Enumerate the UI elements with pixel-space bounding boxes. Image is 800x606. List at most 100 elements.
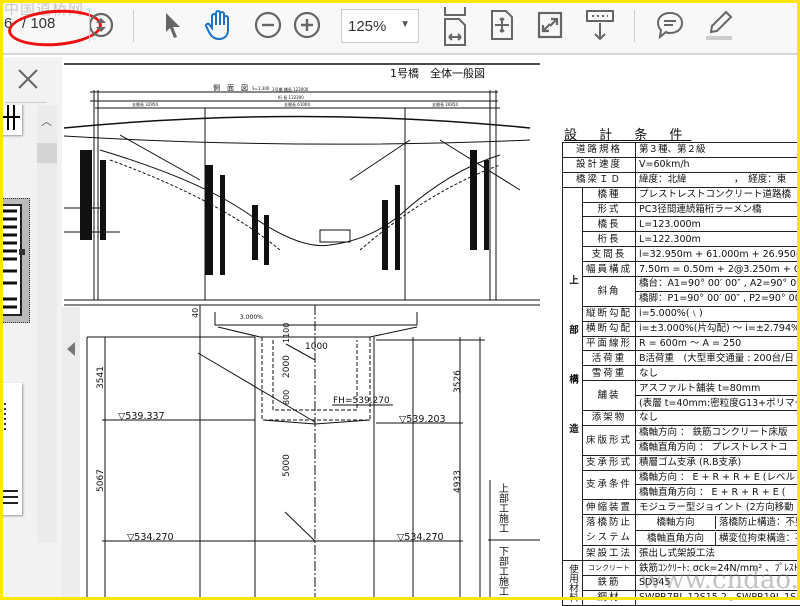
table-cell: 舗装: [583, 381, 636, 411]
dim-2000: 2000: [282, 355, 292, 378]
table-row: 橋梁ＩＤ緯度：北緯 ， 経度：東: [563, 172, 800, 187]
dim-3541: 3541: [96, 366, 106, 389]
table-row: 雪荷重なし: [563, 366, 800, 381]
table-cell: B活荷重 (大型車交通量 : 200台/日: [636, 351, 800, 366]
table-cell: 7.50m = 0.50m + 2@3.250m + 0.50m: [636, 262, 800, 277]
table-cell: 鋼材: [583, 590, 636, 605]
table-cell: V=60km/h: [636, 157, 800, 172]
level-right-bottom: ▽534.270: [397, 532, 444, 543]
design-conditions-table: 道路規格第３種、第２級 設計速度V=60km/h 橋梁ＩＤ緯度：北緯 ， 経度：…: [562, 142, 800, 606]
dim-4933: 4933: [453, 470, 463, 493]
watermark-url: www.cndao.com: [640, 565, 800, 595]
table-row: 横断勾配i=±3.000%(片勾配) ～ i=±2.794%: [563, 321, 800, 336]
table-row: 支間長l=32.950m + 61.000m + 26.950m: [563, 247, 800, 262]
spec-title: 設 計 条 件: [564, 124, 691, 143]
table-cell: i=5.000%(﹨): [636, 306, 800, 321]
table-cell: 落橋防止システム: [583, 515, 636, 546]
table-cell: 第３種、第２級: [636, 143, 800, 158]
table-row: 支承条件橋軸方向 ： E + R + R + E (レベル: [563, 470, 800, 485]
table-row: 伸縮装置モジュラー型ジョイント (2方向移動: [563, 500, 800, 515]
span-label: 支間長 61000: [284, 101, 310, 107]
table-cell: 支承条件: [583, 470, 636, 500]
table-cell: 伸縮装置: [583, 500, 636, 515]
table-cell: 縦断勾配: [583, 306, 636, 321]
table-cell: 橋脚：P1=90° 00′ 00″ , P2=90° 00′: [636, 291, 800, 306]
table-cell: 横断勾配: [583, 321, 636, 336]
stage-upper: 上部工施工: [497, 483, 509, 533]
group-upper-structure: 上部構造: [563, 187, 583, 560]
view-scale: S=1:300: [252, 86, 270, 91]
span-label: 支間長 26950: [432, 101, 458, 107]
table-cell: 活荷重: [583, 351, 636, 366]
table-cell: 橋軸方向 ： 鉄筋コンクリート床版: [636, 425, 800, 440]
dim-5067: 5067: [96, 469, 106, 492]
group-materials: 使用材料: [563, 561, 583, 606]
table-cell: PC3径間連続箱桁ラーメン橋: [636, 202, 800, 217]
table-row: 舗装アスファルト舗装 t=80mm: [563, 381, 800, 396]
table-cell: 橋長: [583, 217, 636, 232]
dim-1100: 1100: [282, 323, 291, 343]
table-row: 床版形式橋軸方向 ： 鉄筋コンクリート床版: [563, 425, 800, 440]
bridge-length-label: 1号橋 橋長 123000: [272, 86, 309, 92]
table-row: 上部構造橋種プレストレストコンクリート道路橋: [563, 187, 800, 202]
table-cell: 橋台：A1=90° 00′ 00″ , A2=90° 00′: [636, 277, 800, 292]
dim-3526: 3526: [453, 370, 463, 393]
table-cell: 橋軸直角方向 ： E + R + R + E (: [636, 485, 800, 500]
table-row: 斜角橋台：A1=90° 00′ 00″ , A2=90° 00′: [563, 277, 800, 292]
table-cell: l=32.950m + 61.000m + 26.950m: [636, 247, 800, 262]
table-cell: なし: [636, 411, 800, 426]
table-row: 支承形式積層ゴム支承 (R.B支承): [563, 455, 800, 470]
table-cell: R = 600m ～ A = 250: [636, 336, 800, 351]
table-cell: i=±3.000%(片勾配) ～ i=±2.794%: [636, 321, 800, 336]
table-cell: アスファルト舗装 t=80mm: [636, 381, 800, 396]
dim-1000: 1000: [305, 342, 328, 352]
table-cell: 幅員構成: [583, 262, 636, 277]
table-row: 平面線形R = 600m ～ A = 250: [563, 336, 800, 351]
table-row: 縦断勾配i=5.000%(﹨): [563, 306, 800, 321]
drawing-title: 1号橋 全体一般図: [390, 66, 485, 80]
table-cell: L=123.000m: [636, 217, 800, 232]
table-row: 桁長L=122.300m: [563, 232, 800, 247]
table-cell: 斜角: [583, 277, 636, 307]
table-cell: 桁長: [583, 232, 636, 247]
table-cell: 橋軸直角方向 横変位拘束構造：不: [636, 530, 800, 546]
table-cell: 設計速度: [563, 157, 636, 172]
table-cell: 緯度：北緯 ， 経度：東: [636, 172, 800, 187]
table-cell: 支承形式: [583, 455, 636, 470]
span-label: 支間長 32950: [132, 101, 158, 107]
table-cell: 添架物: [583, 411, 636, 426]
level-left-bottom: ▽534.270: [127, 532, 174, 543]
dim-5000: 5000: [282, 454, 292, 477]
table-cell: 床版形式: [583, 425, 636, 455]
table-cell: コンクリート: [583, 561, 636, 576]
level-right-top: ▽539.203: [399, 414, 446, 425]
table-cell: 平面線形: [583, 336, 636, 351]
table-cell: 橋軸方向 落橋防止構造：不要: [636, 515, 800, 531]
table-cell: 雪荷重: [583, 366, 636, 381]
table-cell: 橋梁ＩＤ: [563, 172, 636, 187]
girder-length-label: 桁 長 122300: [278, 94, 304, 100]
table-row: 道路規格第３種、第２級: [563, 143, 800, 158]
table-row: 活荷重B活荷重 (大型車交通量 : 200台/日: [563, 351, 800, 366]
table-row: 設計速度V=60km/h: [563, 157, 800, 172]
slope-label: 3.000%: [240, 314, 263, 321]
table-cell: 道路規格: [563, 143, 636, 158]
table-cell: (表層 t=40mm:密粒度G13+ポリマー改: [636, 396, 800, 411]
level-left-top: ▽539.337: [118, 411, 165, 422]
view-title: 側 面 図: [213, 83, 248, 92]
table-row: 幅員構成7.50m = 0.50m + 2@3.250m + 0.50m: [563, 262, 800, 277]
table-cell: プレストレストコンクリート道路橋: [636, 187, 800, 202]
table-row: 形式PC3径間連続箱桁ラーメン橋: [563, 202, 800, 217]
table-cell: 橋種: [583, 187, 636, 202]
table-cell: 積層ゴム支承 (R.B支承): [636, 455, 800, 470]
dim-40: 40: [191, 308, 200, 318]
table-cell: なし: [636, 366, 800, 381]
table-cell: L=122.300m: [636, 232, 800, 247]
fh-label: FH=539.270: [333, 396, 390, 406]
table-cell: 鉄筋: [583, 576, 636, 591]
table-row: 橋長L=123.000m: [563, 217, 800, 232]
table-row: 落橋防止システム橋軸方向 落橋防止構造：不要: [563, 515, 800, 531]
dim-800: 800: [282, 390, 291, 405]
table-row: 添架物なし: [563, 411, 800, 426]
table-cell: モジュラー型ジョイント (2方向移動: [636, 500, 800, 515]
